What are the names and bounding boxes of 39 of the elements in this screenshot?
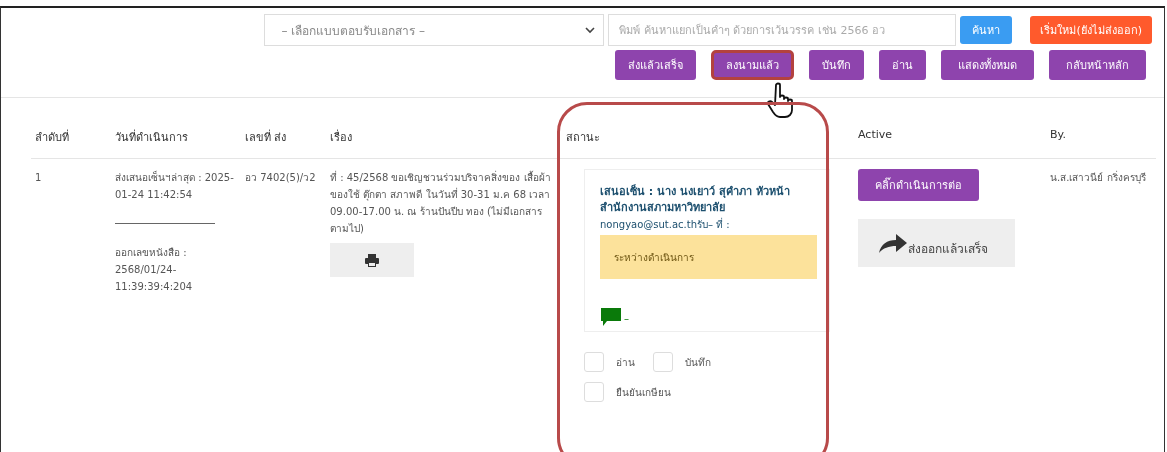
comment-text: – bbox=[624, 312, 629, 326]
email-text: nongyao@sut.ac.thรับ– ที่ : bbox=[600, 216, 730, 232]
continue-button[interactable]: คลิ๊กดำเนินการต่อ bbox=[858, 169, 979, 201]
share-arrow-icon bbox=[878, 232, 908, 254]
checkbox-label: ยืนยันเกษียน bbox=[616, 385, 671, 400]
checkbox[interactable] bbox=[584, 352, 604, 372]
filter-button[interactable]: บันทึก bbox=[809, 50, 864, 80]
filter-button[interactable]: แสดงทั้งหมด bbox=[941, 50, 1034, 80]
checkbox[interactable] bbox=[584, 382, 604, 402]
reset-button[interactable]: เริ่มใหม่(ยังไม่ส่งออก) bbox=[1030, 16, 1152, 44]
checkbox-label: อ่าน bbox=[616, 355, 635, 370]
send-date-text: ส่งเสนอเซ็นฯล่าสุด : 2025-01-24 11:42:54 bbox=[115, 169, 235, 202]
document-type-select[interactable]: – เลือกแบบตอบรับเอกสาร – bbox=[264, 14, 605, 46]
filter-button[interactable]: ส่งแล้วเสร็จ bbox=[615, 50, 696, 80]
status-badge: ระหว่างดำเนินการ bbox=[600, 235, 817, 279]
table-cell-text: 1 bbox=[34, 171, 43, 185]
filter-button[interactable]: ลงนามแล้ว bbox=[711, 50, 794, 80]
table-cell-text: อว 7402(5)/ว2 bbox=[244, 171, 317, 185]
column-header: เลขที่ ส่ง bbox=[244, 128, 288, 146]
export-button[interactable]: ส่งออกแล้วเสร็จ bbox=[858, 219, 1015, 267]
checkbox-label: บันทึก bbox=[685, 355, 711, 370]
print-button[interactable] bbox=[330, 243, 414, 277]
column-header: ลำดับที่ bbox=[34, 128, 70, 146]
filter-button[interactable]: กลับหน้าหลัก bbox=[1049, 50, 1146, 80]
column-header: สถานะ bbox=[565, 130, 601, 146]
column-header: By. bbox=[1049, 128, 1067, 143]
column-header: Active bbox=[857, 128, 894, 143]
checkbox[interactable] bbox=[653, 352, 673, 372]
filter-button[interactable]: อ่าน bbox=[879, 50, 926, 80]
printer-icon bbox=[365, 253, 379, 267]
search-field[interactable]: พิมพ์ ค้นหาแยกเป็นคำๆ ด้วยการเว้นวรรค เช่น 2566 อว bbox=[608, 14, 957, 46]
chevron-down-icon bbox=[585, 26, 596, 34]
comment-icon bbox=[600, 307, 622, 327]
subject-text: ที่ : 45/2568 ขอเชิญชวนร่วมบริจาคสิ่งของ เสื้อผ้า ของใช้ ตุ๊กตา สภาพดี ในวันที่ 30-31 ม.ค 68 เวลา 09.00-17.00 น. ณ ร้านปันปีบ ทอง (ไม่มีเอกสารตามไป) bbox=[330, 169, 552, 236]
column-header: วันที่ดำเนินการ bbox=[114, 128, 189, 146]
proposer-text: เสนอเซ็น : นาง นงเยาว์ สุคำภา หัวหน้าสำนักงานสภามหาวิทยาลัย bbox=[600, 184, 791, 216]
table-cell-text: น.ส.เสาวนีย์ กริ่งครบุรี bbox=[1049, 169, 1147, 186]
column-header: เรื่อง bbox=[329, 128, 353, 146]
issue-number-text: ออกเลขหนังสือ : 2568/01/24-11:39:39:4:204 bbox=[115, 246, 194, 294]
